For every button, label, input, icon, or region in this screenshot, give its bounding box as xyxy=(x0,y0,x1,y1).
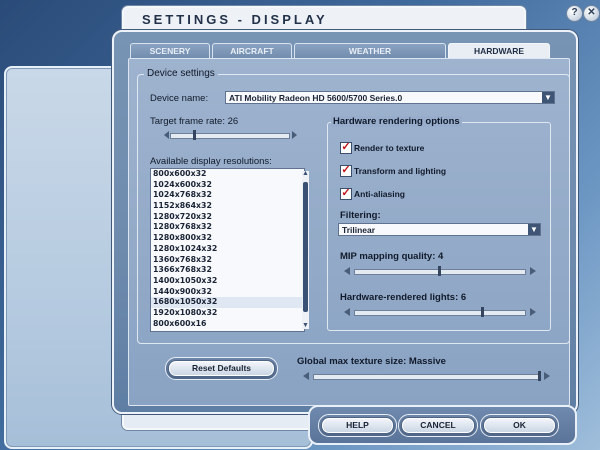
resolution-item[interactable]: 1280x1024x32 xyxy=(151,244,304,255)
slider-left-arrow-icon xyxy=(344,308,350,316)
target-frame-rate-thumb[interactable] xyxy=(192,130,196,140)
scroll-down-icon[interactable]: ▼ xyxy=(302,322,309,329)
hardware-lights-label: Hardware-rendered lights: 6 xyxy=(340,292,467,303)
hardware-rendering-label: Hardware rendering options xyxy=(331,116,462,127)
resolution-item[interactable]: 1366x768x32 xyxy=(151,265,304,276)
resolution-item[interactable]: 800x600x16 xyxy=(151,319,304,330)
close-icon: ✕ xyxy=(587,7,596,18)
device-name-combo[interactable]: ATI Mobility Radeon HD 5600/5700 Series.… xyxy=(225,91,555,104)
filtering-combo[interactable]: Trilinear ▼ xyxy=(338,223,541,236)
slider-left-arrow-icon xyxy=(164,131,169,139)
anti-aliasing-checkbox[interactable]: ✓ xyxy=(340,188,352,200)
resolution-list[interactable]: 800x600x32 1024x600x32 1024x768x32 1152x864… xyxy=(150,168,305,332)
reset-defaults-button[interactable]: Reset Defaults xyxy=(168,360,275,377)
resolution-scrollbar-thumb[interactable] xyxy=(303,182,308,312)
chevron-down-icon[interactable]: ▼ xyxy=(528,224,540,235)
checkmark-icon: ✓ xyxy=(341,187,351,199)
help-window-button[interactable]: ? xyxy=(566,5,583,22)
resolution-item[interactable]: 800x600x32 xyxy=(151,169,304,180)
close-window-button[interactable]: ✕ xyxy=(583,5,600,22)
anti-aliasing-label: Anti-aliasing xyxy=(354,189,406,199)
resolution-item[interactable]: 1280x768x32 xyxy=(151,222,304,233)
help-button[interactable]: HELP xyxy=(321,417,394,434)
transform-lighting-checkbox[interactable]: ✓ xyxy=(340,165,352,177)
available-resolutions-label: Available display resolutions: xyxy=(150,156,272,167)
resolution-item[interactable]: 1680x1050x32 xyxy=(151,297,304,308)
texture-size-thumb[interactable] xyxy=(538,371,541,381)
slider-left-arrow-icon xyxy=(344,267,350,275)
chevron-down-icon[interactable]: ▼ xyxy=(542,92,554,103)
slider-right-arrow-icon xyxy=(530,267,536,275)
ok-button[interactable]: OK xyxy=(483,417,556,434)
resolution-item[interactable]: 1400x1050x32 xyxy=(151,276,304,287)
resolution-item[interactable]: 1360x768x32 xyxy=(151,255,304,266)
resolution-item[interactable]: 1280x720x32 xyxy=(151,212,304,223)
slider-right-arrow-icon xyxy=(544,372,550,380)
resolution-item[interactable]: 1440x900x32 xyxy=(151,287,304,298)
target-frame-rate-label: Target frame rate: 26 xyxy=(150,116,239,127)
cancel-button[interactable]: CANCEL xyxy=(401,417,475,434)
tab-weather[interactable]: WEATHER xyxy=(294,43,446,59)
mip-mapping-label: MIP mapping quality: 4 xyxy=(340,251,444,262)
render-to-texture-label: Render to texture xyxy=(354,143,425,153)
render-to-texture-checkbox[interactable]: ✓ xyxy=(340,142,352,154)
target-frame-rate-slider[interactable] xyxy=(170,133,290,139)
texture-size-slider[interactable] xyxy=(313,374,541,380)
filtering-value: Trilinear xyxy=(342,225,376,235)
resolution-item[interactable]: 1024x768x32 xyxy=(151,190,304,201)
resolution-item[interactable]: 1152x864x32 xyxy=(151,201,304,212)
texture-size-label: Global max texture size: Massive xyxy=(297,356,446,367)
scroll-up-icon[interactable]: ▲ xyxy=(302,170,309,177)
dialog-title: SETTINGS - DISPLAY xyxy=(142,12,328,27)
question-mark-icon: ? xyxy=(571,7,578,18)
checkmark-icon: ✓ xyxy=(341,164,351,176)
hardware-lights-slider[interactable] xyxy=(354,310,526,316)
device-name-label: Device name: xyxy=(150,93,209,104)
tab-aircraft[interactable]: AIRCRAFT xyxy=(212,43,292,59)
mip-mapping-thumb[interactable] xyxy=(438,266,441,276)
slider-right-arrow-icon xyxy=(530,308,536,316)
checkmark-icon: ✓ xyxy=(341,141,351,153)
device-settings-label: Device settings xyxy=(144,68,218,79)
resolution-item[interactable]: 1280x800x32 xyxy=(151,233,304,244)
resolution-item[interactable]: 1920x1080x32 xyxy=(151,308,304,319)
device-name-value: ATI Mobility Radeon HD 5600/5700 Series.… xyxy=(229,93,403,103)
slider-right-arrow-icon xyxy=(292,131,297,139)
transform-lighting-label: Transform and lighting xyxy=(354,166,447,176)
tab-scenery[interactable]: SCENERY xyxy=(130,43,210,59)
filtering-label: Filtering: xyxy=(340,210,381,221)
resolution-item[interactable]: 1024x600x32 xyxy=(151,180,304,191)
hardware-lights-thumb[interactable] xyxy=(480,307,484,317)
tab-hardware[interactable]: HARDWARE xyxy=(448,43,550,59)
slider-left-arrow-icon xyxy=(303,372,309,380)
